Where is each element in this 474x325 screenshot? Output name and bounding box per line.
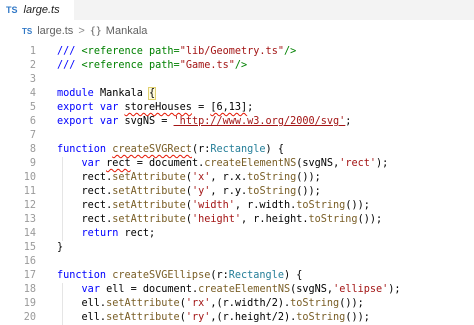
indent-guide	[62, 157, 63, 241]
breadcrumb: TS large.ts > {} Mankala	[0, 22, 474, 40]
code-line[interactable]: 15}	[0, 241, 474, 255]
code-line[interactable]: 8 function createSVGRect(r:Rectangle) {	[0, 143, 474, 157]
code-line[interactable]: 14 return rect;	[0, 227, 474, 241]
typescript-file-icon: TS	[6, 5, 18, 15]
line-number: 8	[29, 144, 36, 155]
line-number: 3	[29, 74, 36, 85]
line-number: 1	[29, 46, 36, 57]
line-number: 13	[23, 214, 36, 225]
line-number: 5	[29, 102, 36, 113]
code-line[interactable]: 18 var ell = document.createElementNS(sv…	[0, 283, 474, 297]
code-line[interactable]: 4 module Mankala {	[0, 87, 474, 101]
line-number: 10	[23, 172, 36, 183]
code-line[interactable]: 17 function createSVGEllipse(r:Rectangle)…	[0, 269, 474, 283]
indent-guide	[62, 283, 63, 325]
breadcrumb-file[interactable]: large.ts	[37, 25, 73, 37]
code-line[interactable]: 3	[0, 73, 474, 87]
code-text: return rect;	[81, 228, 156, 239]
line-number: 15	[23, 242, 36, 253]
code-text: var rect = document.createElementNS(svgN…	[81, 158, 389, 169]
code-line[interactable]: 7	[0, 129, 474, 143]
code-line[interactable]: 20 ell.setAttribute('ry',(r.height/2).to…	[0, 311, 474, 325]
line-number: 19	[23, 298, 36, 309]
line-number: 2	[29, 60, 36, 71]
typescript-file-icon: TS	[22, 26, 33, 36]
code-line[interactable]: 19 ell.setAttribute('rx',(r.width/2).toS…	[0, 297, 474, 311]
code-text: export var svgNS = 'http://www.w3.org/20…	[57, 116, 352, 127]
code-line[interactable]: 13 rect.setAttribute('height', r.height.…	[0, 213, 474, 227]
code-editor[interactable]: 1 /// <reference path="lib/Geometry.ts"/>…	[0, 40, 474, 325]
code-line[interactable]: 12 rect.setAttribute('width', r.width.to…	[0, 199, 474, 213]
tab-bar: TS large.ts	[0, 0, 474, 21]
code-line[interactable]: 1 /// <reference path="lib/Geometry.ts"/>	[0, 45, 474, 59]
code-text: function createSVGEllipse(r:Rectangle) {	[57, 270, 303, 281]
code-text: rect.setAttribute('y', r.y.toString());	[57, 186, 321, 197]
tab-label: large.ts	[23, 4, 60, 16]
code-text: export var storeHouses = [6,13];	[57, 102, 254, 113]
line-number: 17	[23, 270, 36, 281]
line-number: 12	[23, 200, 36, 211]
line-number: 16	[23, 256, 36, 267]
code-text: rect.setAttribute('x', r.x.toString());	[57, 172, 321, 183]
code-text: function createSVGRect(r:Rectangle) {	[57, 144, 284, 155]
code-text: /// <reference path="lib/Geometry.ts"/>	[57, 46, 297, 57]
code-line[interactable]: 16	[0, 255, 474, 269]
code-line[interactable]: 5 export var storeHouses = [6,13];	[0, 101, 474, 115]
line-number: 14	[23, 228, 36, 239]
chevron-right-icon: >	[78, 25, 85, 37]
code-text: ell.setAttribute('ry',(r.height/2).toStr…	[57, 312, 370, 323]
code-line[interactable]: 11 rect.setAttribute('y', r.y.toString()…	[0, 185, 474, 199]
code-text: rect.setAttribute('width', r.width.toStr…	[57, 200, 370, 211]
code-line[interactable]: 10 rect.setAttribute('x', r.x.toString()…	[0, 171, 474, 185]
line-number: 11	[23, 186, 36, 197]
code-text: /// <reference path="Game.ts"/>	[57, 60, 248, 71]
code-text: module Mankala {	[57, 87, 157, 100]
code-line[interactable]: 6 export var svgNS = 'http://www.w3.org/2…	[0, 115, 474, 129]
breadcrumb-symbol[interactable]: Mankala	[106, 25, 148, 37]
code-line[interactable]: 2 /// <reference path="Game.ts"/>	[0, 59, 474, 73]
line-number: 7	[29, 130, 36, 141]
code-text: rect.setAttribute('height', r.height.toS…	[57, 214, 383, 225]
line-number: 20	[23, 312, 36, 323]
module-icon: {}	[89, 25, 102, 37]
code-text: ell.setAttribute('rx',(r.width/2).toStri…	[57, 298, 364, 309]
line-number: 18	[23, 284, 36, 295]
line-number: 4	[29, 88, 36, 99]
code-line[interactable]: 9 var rect = document.createElementNS(sv…	[0, 157, 474, 171]
tab-large-ts[interactable]: TS large.ts	[0, 0, 74, 21]
line-number: 6	[29, 116, 36, 127]
code-text: var ell = document.createElementNS(svgNS…	[81, 284, 401, 295]
line-number: 9	[29, 158, 36, 169]
code-text: }	[57, 242, 64, 253]
